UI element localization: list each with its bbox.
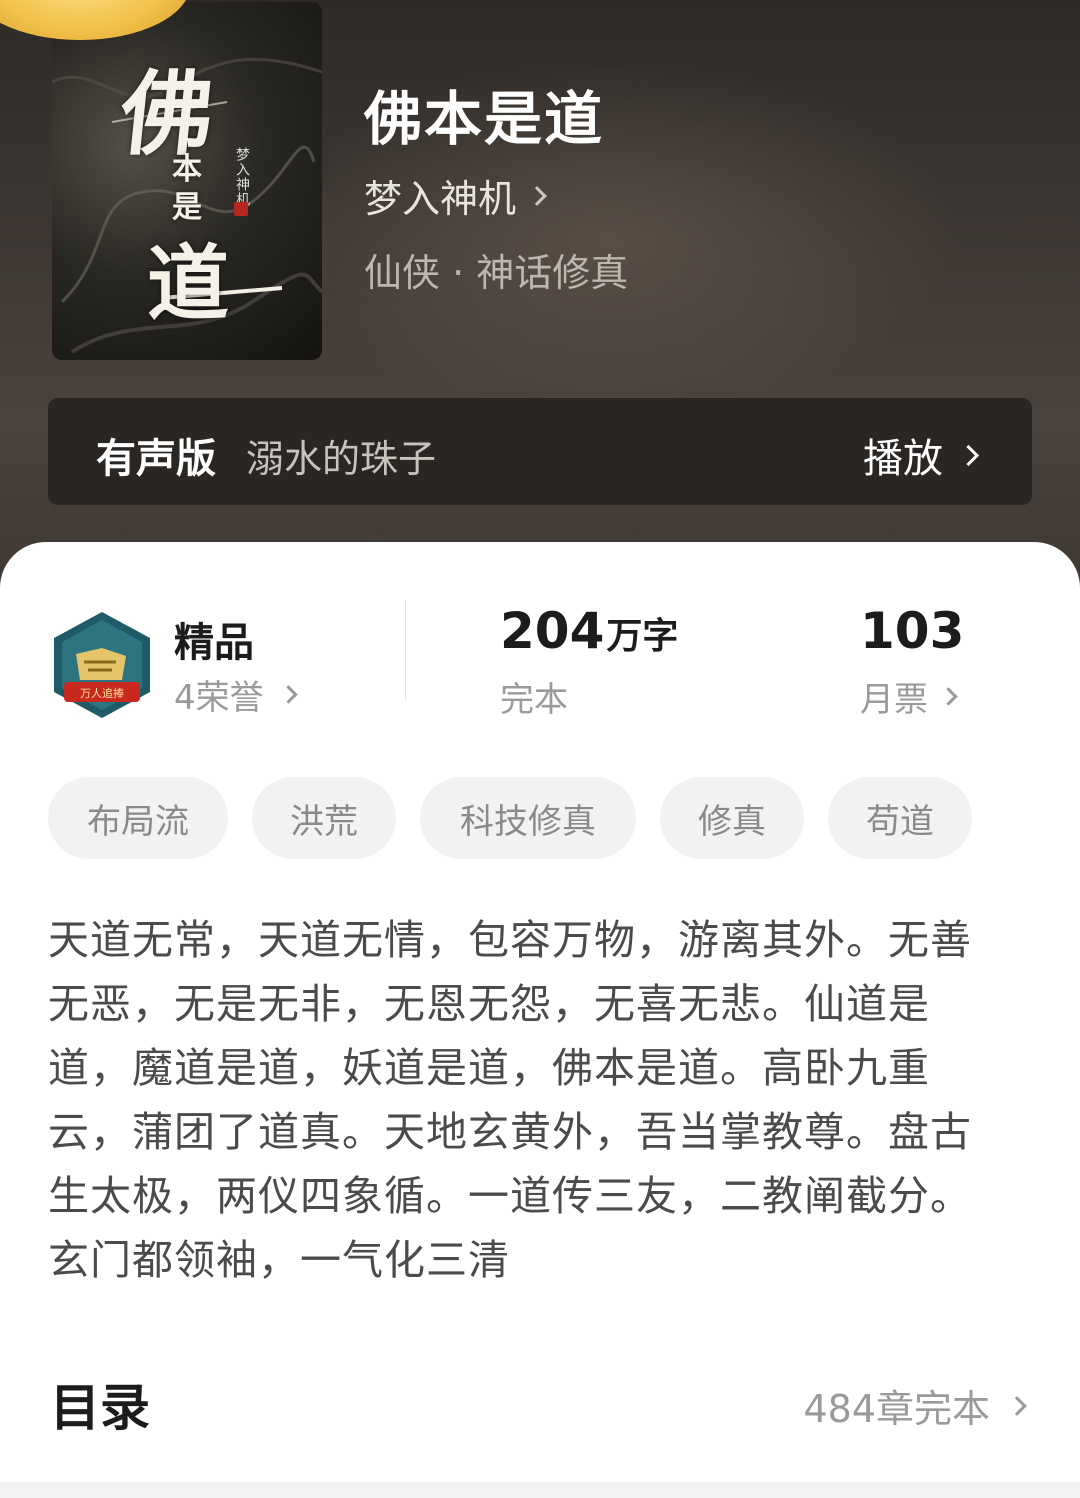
completion-status: 完本 xyxy=(500,680,568,720)
chevron-right-icon xyxy=(278,685,298,704)
rank-title: 精品 xyxy=(174,620,254,666)
honors-link[interactable]: 4荣誉 xyxy=(174,670,298,719)
audio-version-bar[interactable]: 有声版 溺水的珠子 播放 xyxy=(48,398,1032,505)
book-genre: 仙侠 · 神话修真 xyxy=(364,251,629,295)
toc-link[interactable]: 484章完本 xyxy=(803,1378,1027,1433)
tag-chip[interactable]: 修真 xyxy=(660,777,804,859)
tag-chip[interactable]: 布局流 xyxy=(48,777,228,859)
word-count: 204万字 xyxy=(500,602,678,660)
honor-badge-icon[interactable]: 万人追捧 xyxy=(50,610,154,720)
audio-version-label: 有声版 xyxy=(96,436,216,482)
honors-count: 4荣誉 xyxy=(174,678,264,718)
play-button[interactable]: 播放 xyxy=(863,426,980,484)
badge-text: 万人追捧 xyxy=(80,686,124,700)
cover-title-char: 佛 xyxy=(115,60,219,168)
monthly-votes-count: 103 xyxy=(860,602,965,660)
tag-chip[interactable]: 科技修真 xyxy=(420,777,636,859)
chevron-right-icon xyxy=(1007,1395,1027,1416)
book-detail-card: 万人追捧 精品 4荣誉 204万字 完本 103 月票 布局流 洪荒 科技修真 … xyxy=(0,542,1080,1482)
book-description[interactable]: 天道无常，天道无情，包容万物，游离其外。无善无恶，无是无非，无恩无怨，无喜无悲。… xyxy=(48,908,1008,1292)
play-label: 播放 xyxy=(863,436,943,482)
word-count-unit: 万字 xyxy=(606,616,679,657)
tag-chip[interactable]: 洪荒 xyxy=(252,777,396,859)
book-title: 佛本是道 xyxy=(364,85,605,153)
word-count-number: 204 xyxy=(500,602,605,660)
chapter-count: 484章完本 xyxy=(803,1387,990,1431)
cover-title-char: 道 xyxy=(147,236,230,332)
toc-title: 目录 xyxy=(50,1379,150,1437)
chevron-right-icon xyxy=(957,444,980,466)
author-link[interactable]: 梦入神机 xyxy=(364,168,547,223)
stat-divider xyxy=(405,600,406,700)
chevron-right-icon xyxy=(527,185,547,206)
monthly-votes-link[interactable]: 月票 xyxy=(860,672,958,721)
cover-seal xyxy=(234,202,248,216)
author-name: 梦入神机 xyxy=(364,177,517,221)
book-cover[interactable]: 佛 本 是 道 梦入神机 xyxy=(52,2,322,360)
tag-chip[interactable]: 苟道 xyxy=(828,777,972,859)
monthly-votes-label: 月票 xyxy=(860,680,928,720)
audio-narrator: 溺水的珠子 xyxy=(246,437,437,481)
cover-author: 梦入神机 xyxy=(234,147,250,207)
chevron-right-icon xyxy=(939,687,958,706)
